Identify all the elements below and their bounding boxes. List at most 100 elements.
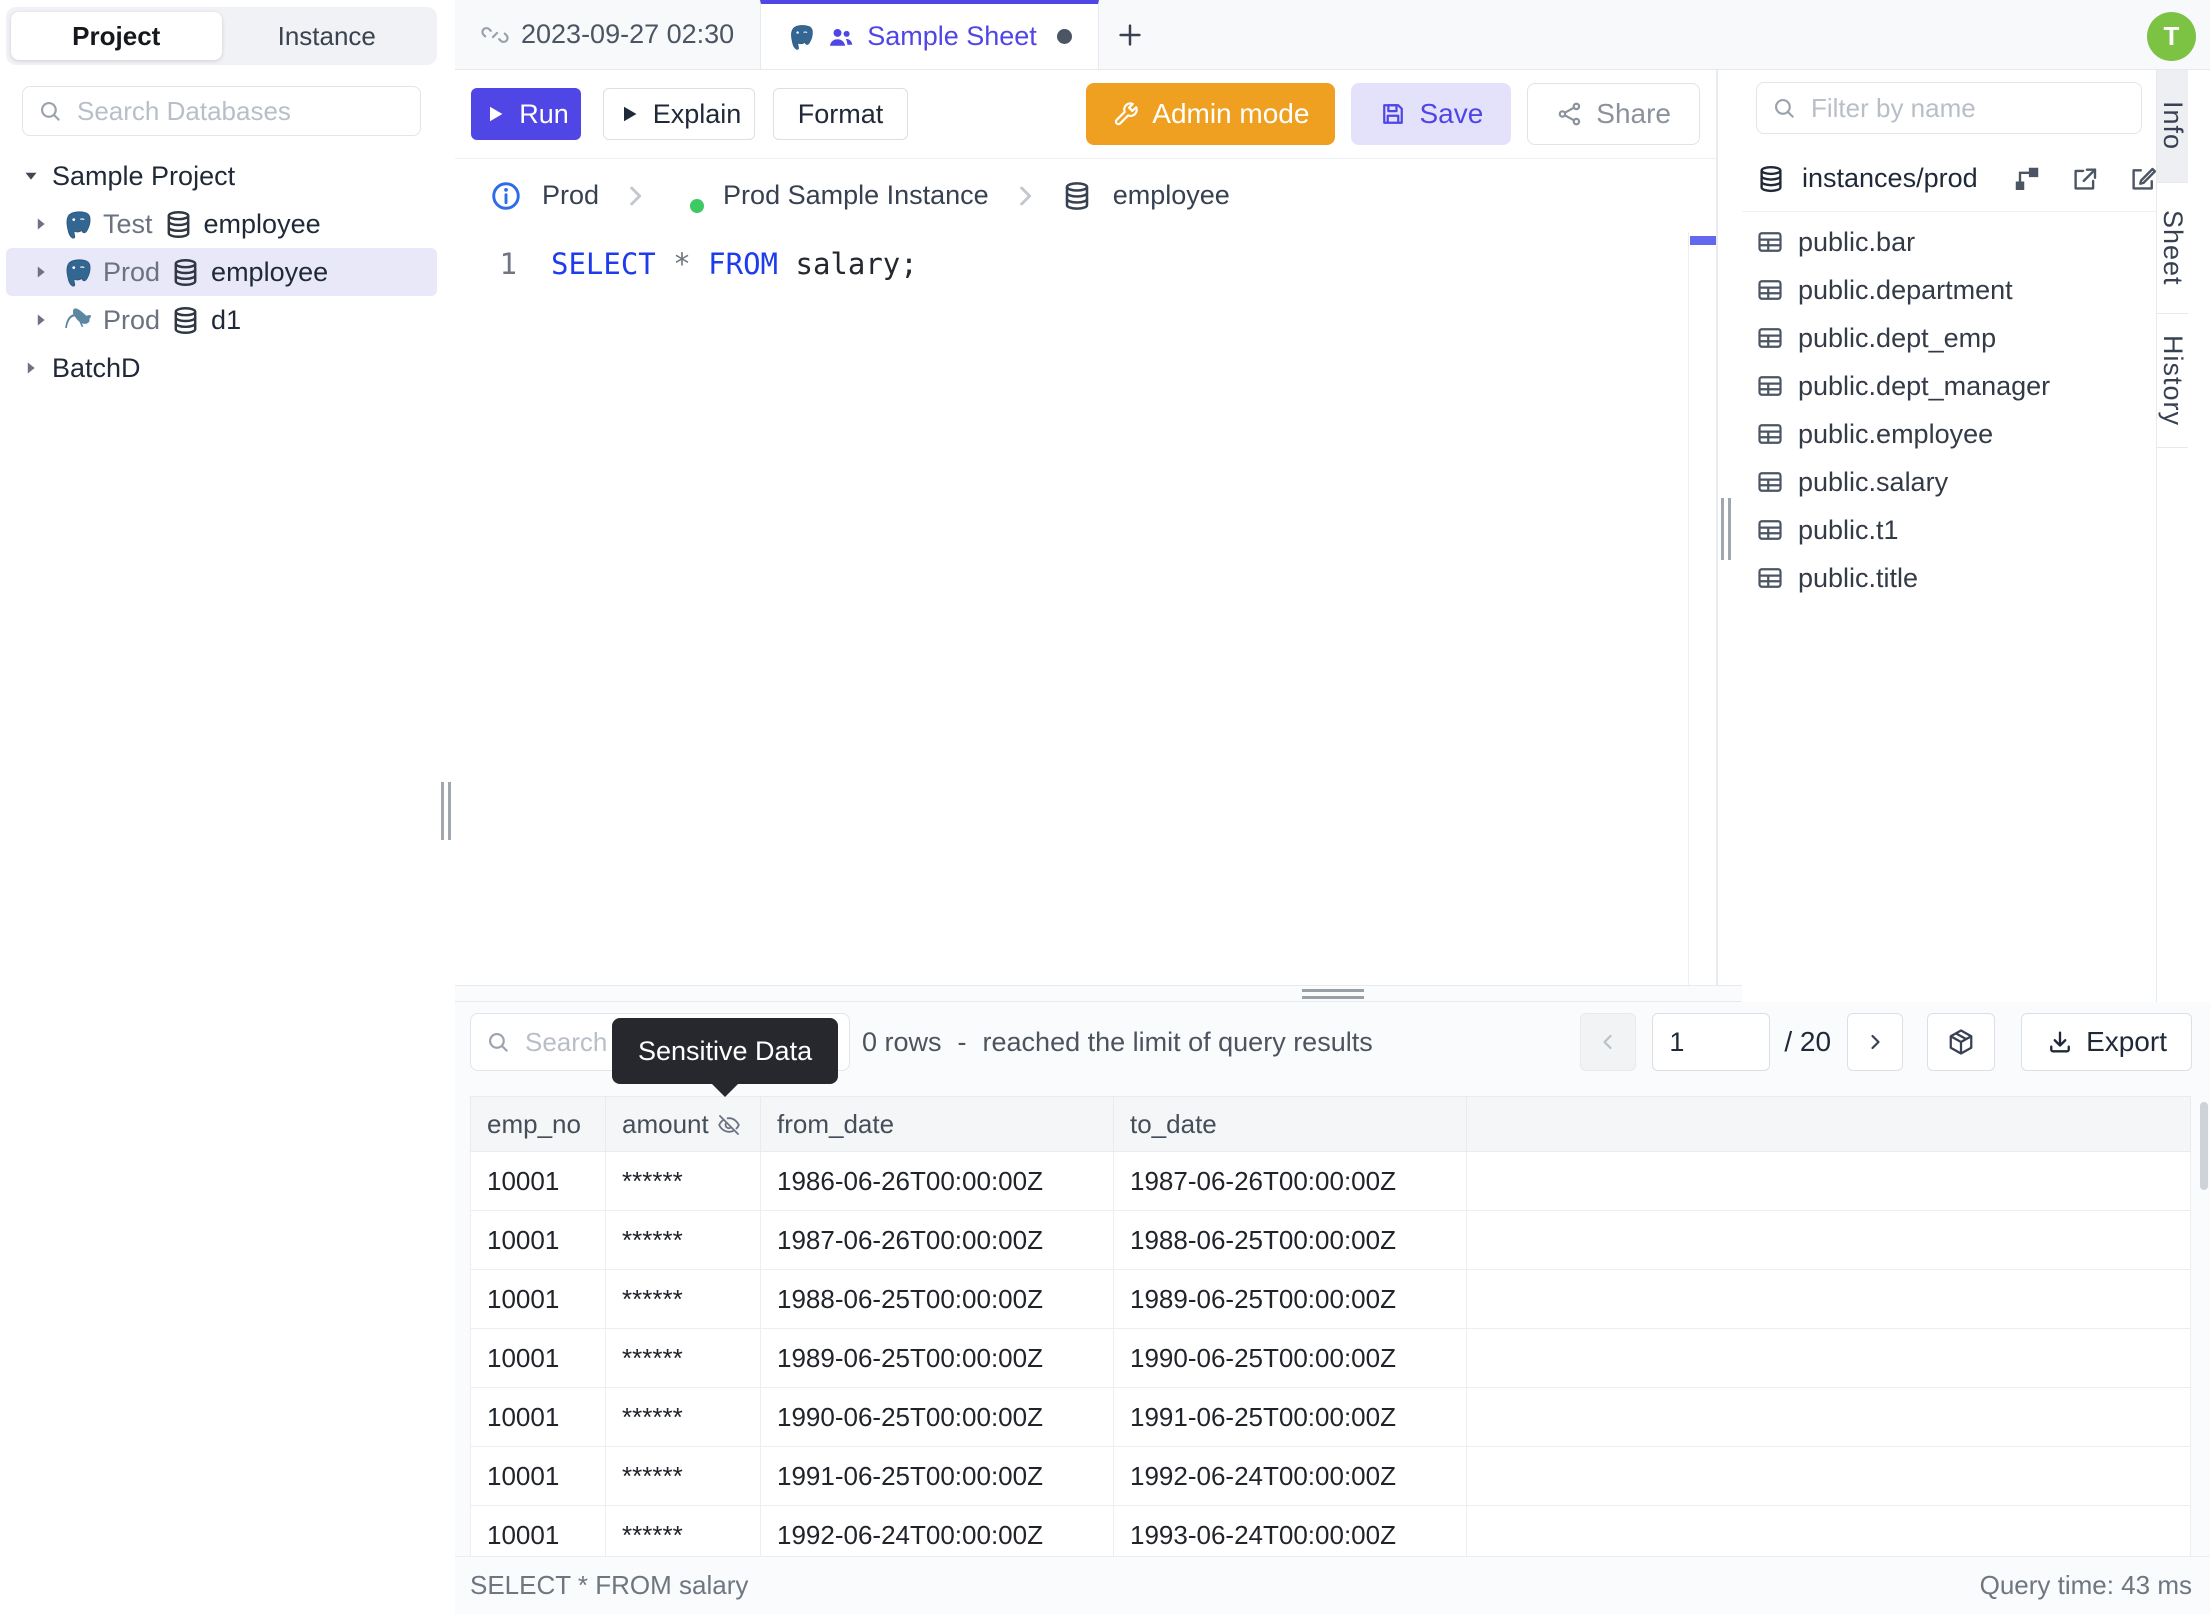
right-panel-resize-handle[interactable]	[1721, 498, 1731, 560]
tree-item[interactable]: Test employee	[6, 200, 437, 248]
tree-item[interactable]: Prod employee	[6, 248, 437, 296]
export-button[interactable]: Export	[2021, 1013, 2192, 1071]
result-cell: 10001	[470, 1387, 606, 1447]
table-icon	[1756, 228, 1784, 256]
eye-off-icon[interactable]	[717, 1113, 741, 1137]
table-name: public.salary	[1798, 466, 1949, 497]
table-icon	[1756, 324, 1784, 352]
caret-right-icon	[30, 213, 52, 235]
new-tab-button[interactable]	[1099, 0, 1161, 69]
sql-token: SELECT	[551, 247, 656, 281]
sheet-tab-label: Sample Sheet	[867, 21, 1037, 51]
table-list-item[interactable]: public.dept_emp	[1742, 314, 2156, 362]
tab-instance[interactable]: Instance	[222, 12, 433, 60]
table-icon	[1756, 420, 1784, 448]
results-scrollbar[interactable]	[2200, 1102, 2208, 1190]
search-icon	[1771, 95, 1797, 121]
table-row: 10001 ****** 1989-06-25T00:00:00Z 1990-06-2…	[470, 1328, 2191, 1388]
tree-item[interactable]: Sample Project	[6, 152, 437, 200]
table-row: 10001 ****** 1986-06-26T00:00:00Z 1987-06-2…	[470, 1151, 2191, 1211]
table-name: public.dept_emp	[1798, 322, 1997, 353]
save-label: Save	[1419, 98, 1484, 129]
result-cell: 1991-06-25T00:00:00Z	[760, 1446, 1114, 1506]
sql-editor[interactable]: 1 SELECT * FROM salary;	[455, 232, 1716, 985]
external-link-icon[interactable]	[2070, 164, 2100, 194]
tree-item-label: employee	[211, 256, 329, 287]
table-list-item[interactable]: public.dept_manager	[1742, 362, 2156, 410]
run-button[interactable]: Run	[471, 88, 581, 140]
panel-divider	[1716, 70, 1718, 1002]
filler-cell	[1466, 1387, 2191, 1447]
tree-item-label: Test	[103, 208, 153, 239]
admin-mode-button[interactable]: Admin mode	[1086, 83, 1336, 145]
caret-right-icon	[20, 357, 42, 379]
query-time: Query time: 43 ms	[1979, 1570, 2192, 1600]
save-button[interactable]: Save	[1351, 83, 1512, 145]
share-icon	[1556, 100, 1584, 128]
breadcrumb-instance[interactable]: Prod Sample Instance	[723, 180, 989, 211]
table-name: public.dept_manager	[1798, 370, 2051, 401]
next-page-button[interactable]	[1847, 1013, 1904, 1071]
connection-status-dot	[687, 195, 708, 216]
format-label: Format	[797, 98, 884, 129]
column-label: amount	[622, 1108, 709, 1139]
format-button[interactable]: Format	[773, 88, 908, 140]
result-cell: 1986-06-26T00:00:00Z	[760, 1151, 1114, 1211]
drag-handle-icon[interactable]	[1302, 989, 1364, 1003]
postgres-icon	[671, 180, 708, 216]
table-icon	[1756, 372, 1784, 400]
explain-label: Explain	[652, 98, 742, 129]
breadcrumb-environment[interactable]: Prod	[542, 180, 599, 211]
table-list-item[interactable]: public.t1	[1742, 506, 2156, 554]
sheet-tab-temp[interactable]: 2023-09-27 02:30	[455, 0, 760, 69]
sql-text: SELECT * FROM salary;	[551, 244, 918, 284]
tab-history[interactable]: History	[2157, 314, 2188, 448]
explain-button[interactable]: Explain	[603, 88, 755, 140]
visualize-button[interactable]	[1927, 1013, 1996, 1071]
run-label: Run	[519, 98, 569, 129]
column-header: from_date	[760, 1096, 1114, 1152]
avatar[interactable]: T	[2147, 12, 2196, 61]
search-icon	[37, 98, 63, 124]
database-search-input[interactable]	[75, 94, 406, 128]
tree-item[interactable]: BatchD	[6, 344, 437, 392]
share-button[interactable]: Share	[1527, 83, 1700, 145]
sheet-tab-sample-sheet[interactable]: Sample Sheet	[760, 0, 1099, 69]
filler-cell	[1466, 1151, 2191, 1211]
info-icon[interactable]	[490, 180, 522, 212]
database-icon	[163, 209, 194, 240]
search-icon	[485, 1029, 511, 1055]
table-list-item[interactable]: public.bar	[1742, 218, 2156, 266]
prev-page-button[interactable]	[1580, 1013, 1637, 1071]
diagram-icon[interactable]	[2012, 164, 2042, 194]
database-icon	[1756, 164, 1786, 194]
play-icon	[483, 102, 507, 126]
tab-project[interactable]: Project	[11, 12, 222, 60]
pagination: / 20 Export	[1580, 1013, 2192, 1071]
admin-mode-label: Admin mode	[1152, 98, 1310, 129]
database-tree: Sample Project Test employee Prod employee Pr…	[0, 152, 443, 392]
tab-sheet[interactable]: Sheet	[2157, 183, 2188, 314]
sidebar-scope-switch: Project Instance	[6, 7, 437, 65]
chevron-right-icon	[1009, 180, 1041, 212]
tab-info[interactable]: Info	[2157, 70, 2188, 183]
column-header: to_date	[1113, 1096, 1467, 1152]
wrench-icon	[1112, 100, 1140, 128]
table-list-item[interactable]: public.employee	[1742, 410, 2156, 458]
left-panel-resize-handle[interactable]	[441, 782, 451, 840]
table-filter-input[interactable]	[1809, 91, 2127, 125]
page-number-input[interactable]	[1652, 1013, 1771, 1071]
tree-item-label: BatchD	[52, 352, 141, 383]
tree-item[interactable]: Prod d1	[6, 296, 437, 344]
table-list-item[interactable]: public.department	[1742, 266, 2156, 314]
page-total: / 20	[1784, 1026, 1832, 1057]
result-cell: 10001	[470, 1446, 606, 1506]
table-list-item[interactable]: public.salary	[1742, 458, 2156, 506]
breadcrumb-database[interactable]: employee	[1113, 180, 1230, 211]
table-list-item[interactable]: public.title	[1742, 554, 2156, 602]
connection-header: instances/prod	[1742, 146, 2156, 212]
edit-icon[interactable]	[2128, 164, 2158, 194]
column-label: from_date	[777, 1108, 895, 1139]
